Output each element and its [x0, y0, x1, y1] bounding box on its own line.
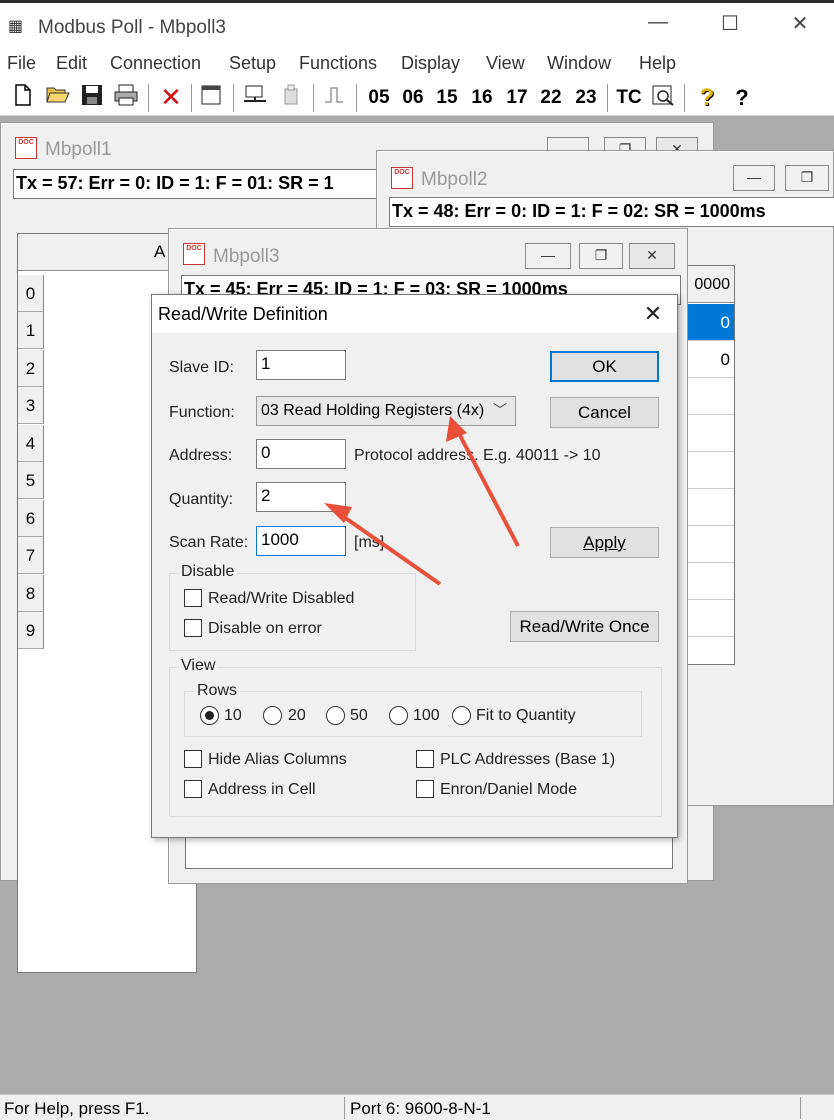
status-separator — [800, 1097, 801, 1119]
status-help-text: For Help, press F1. — [4, 1099, 150, 1118]
function-annotation-arrow — [452, 423, 520, 547]
status-port-text: Port 6: 9600-8-N-1 — [350, 1099, 491, 1118]
quantity-annotation-arrow — [332, 508, 442, 586]
annotation-arrows — [324, 416, 520, 586]
function-annotation-arrowhead — [446, 416, 467, 442]
status-bar: For Help, press F1. Port 6: 9600-8-N-1 — [0, 1094, 834, 1120]
status-separator — [344, 1097, 345, 1119]
